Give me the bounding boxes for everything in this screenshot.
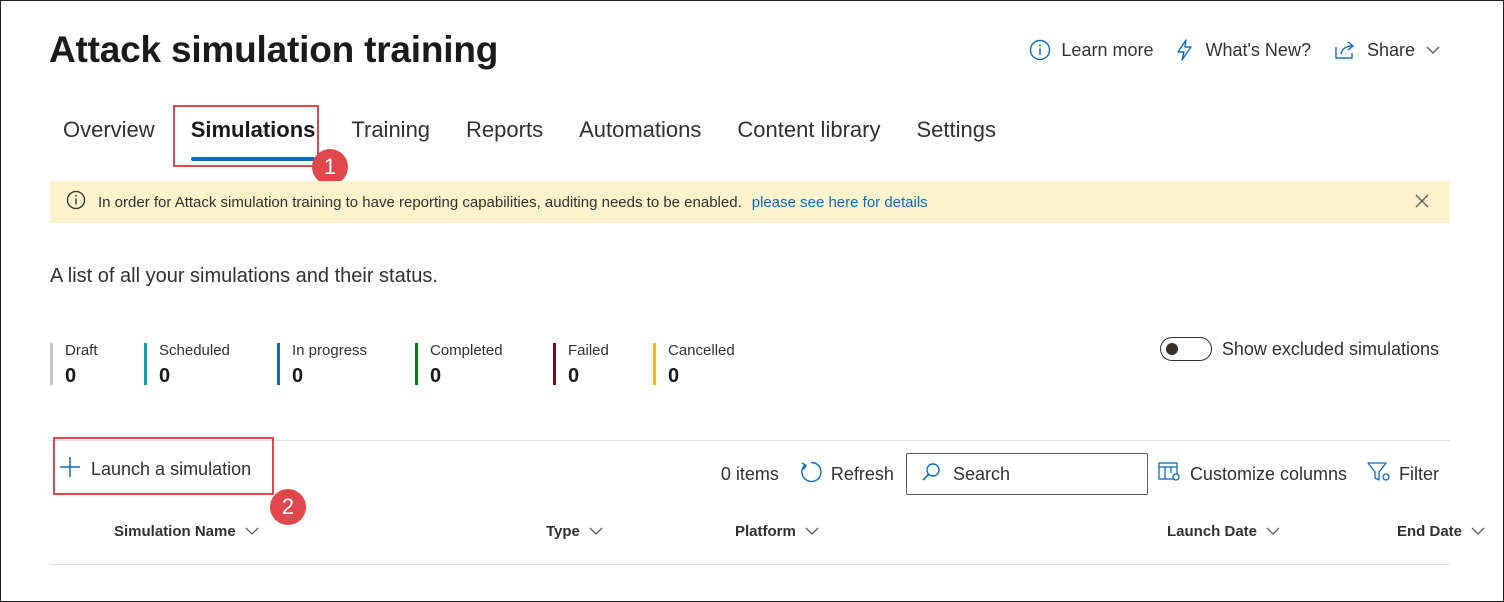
tab-label: Overview xyxy=(63,117,155,142)
tab-label: Automations xyxy=(579,117,702,142)
stat-scheduled: Scheduled 0 xyxy=(144,342,230,387)
show-excluded-toggle[interactable] xyxy=(1159,337,1212,361)
page-frame: Attack simulation training Learn more Wh… xyxy=(0,0,1504,602)
column-header-simulation-name[interactable]: Simulation Name xyxy=(114,523,260,540)
column-header-platform[interactable]: Platform xyxy=(735,523,820,540)
chevron-down-icon xyxy=(588,523,604,540)
tab-label: Settings xyxy=(916,117,996,142)
tab-label: Training xyxy=(351,117,431,142)
command-bar: 0 items Refresh Customize columns Filter xyxy=(721,453,1439,495)
stat-value: 0 xyxy=(65,365,77,387)
tab-content-library[interactable]: Content library xyxy=(723,111,894,157)
page-description: A list of all your simulations and their… xyxy=(50,265,438,287)
search-box[interactable] xyxy=(905,453,1148,495)
annotation-box-2 xyxy=(53,437,274,495)
auditing-warning-banner: In order for Attack simulation training … xyxy=(50,181,1450,223)
column-header-end-date[interactable]: End Date xyxy=(1397,523,1486,540)
refresh-label: Refresh xyxy=(830,463,894,484)
info-icon xyxy=(66,190,86,214)
header-actions: Learn more What's New? Share xyxy=(1029,39,1441,61)
stat-failed: Failed 0 xyxy=(553,342,609,387)
tab-overview[interactable]: Overview xyxy=(49,111,169,157)
stat-label: Completed xyxy=(430,342,503,359)
stat-label: In progress xyxy=(292,342,368,359)
tab-automations[interactable]: Automations xyxy=(565,111,715,157)
column-header-label: Launch Date xyxy=(1167,523,1258,540)
filter-button[interactable]: Filter xyxy=(1367,461,1439,488)
chevron-down-icon xyxy=(804,523,820,540)
filter-label: Filter xyxy=(1399,463,1439,484)
column-header-label: Platform xyxy=(735,523,796,540)
share-icon xyxy=(1333,39,1357,61)
chevron-down-icon xyxy=(1265,523,1281,540)
refresh-button[interactable]: Refresh xyxy=(799,460,894,489)
stat-cancelled: Cancelled 0 xyxy=(653,342,735,387)
customize-columns-label: Customize columns xyxy=(1189,463,1347,484)
refresh-icon xyxy=(799,460,823,489)
stat-label: Scheduled xyxy=(159,342,230,359)
customize-columns-icon xyxy=(1158,461,1182,488)
column-header-launch-date[interactable]: Launch Date xyxy=(1167,523,1281,540)
banner-message: In order for Attack simulation training … xyxy=(98,193,742,211)
chevron-down-icon xyxy=(1425,45,1441,55)
stat-value: 0 xyxy=(292,365,304,387)
items-count: 0 items xyxy=(720,463,779,484)
toggle-knob xyxy=(1165,343,1178,355)
search-icon xyxy=(921,462,941,487)
stat-completed: Completed 0 xyxy=(415,342,503,387)
chevron-down-icon xyxy=(244,523,260,540)
whats-new-button[interactable]: What's New? xyxy=(1175,39,1311,61)
stat-value: 0 xyxy=(159,365,171,387)
lightning-icon xyxy=(1175,39,1195,61)
stat-label: Draft xyxy=(65,342,98,359)
stat-label: Failed xyxy=(568,342,609,359)
annotation-badge-1: 1 xyxy=(312,149,348,185)
tab-reports[interactable]: Reports xyxy=(452,111,557,157)
annotation-box-1 xyxy=(173,105,319,167)
stat-in-progress: In progress 0 xyxy=(277,342,368,387)
chevron-down-icon xyxy=(1470,523,1486,540)
close-icon[interactable] xyxy=(1414,193,1430,213)
stat-value: 0 xyxy=(668,365,680,387)
column-header-label: End Date xyxy=(1397,523,1463,540)
learn-more-button[interactable]: Learn more xyxy=(1029,39,1153,61)
stat-label: Cancelled xyxy=(668,342,735,359)
stat-value: 0 xyxy=(430,365,442,387)
column-header-label: Simulation Name xyxy=(114,523,236,540)
banner-details-link[interactable]: please see here for details xyxy=(752,194,928,211)
info-icon xyxy=(1029,39,1051,61)
page-title: Attack simulation training xyxy=(49,29,499,70)
column-header-type[interactable]: Type xyxy=(546,523,604,540)
tab-label: Content library xyxy=(737,117,881,142)
column-header-label: Type xyxy=(546,523,580,540)
whats-new-label: What's New? xyxy=(1205,39,1311,60)
toggle-label: Show excluded simulations xyxy=(1221,338,1439,359)
learn-more-label: Learn more xyxy=(1061,39,1154,60)
tab-label: Reports xyxy=(466,117,544,142)
customize-columns-button[interactable]: Customize columns xyxy=(1158,461,1347,488)
search-input[interactable] xyxy=(950,462,1135,486)
show-excluded-toggle-group: Show excluded simulations xyxy=(1159,337,1439,361)
share-button[interactable]: Share xyxy=(1333,39,1441,61)
divider xyxy=(50,564,1450,565)
tab-training[interactable]: Training xyxy=(337,111,444,157)
tab-settings[interactable]: Settings xyxy=(902,111,1010,157)
stat-value: 0 xyxy=(568,365,580,387)
filter-icon xyxy=(1367,461,1391,488)
stat-draft: Draft 0 xyxy=(50,342,98,387)
annotation-badge-2: 2 xyxy=(270,489,306,525)
share-label: Share xyxy=(1366,39,1415,60)
